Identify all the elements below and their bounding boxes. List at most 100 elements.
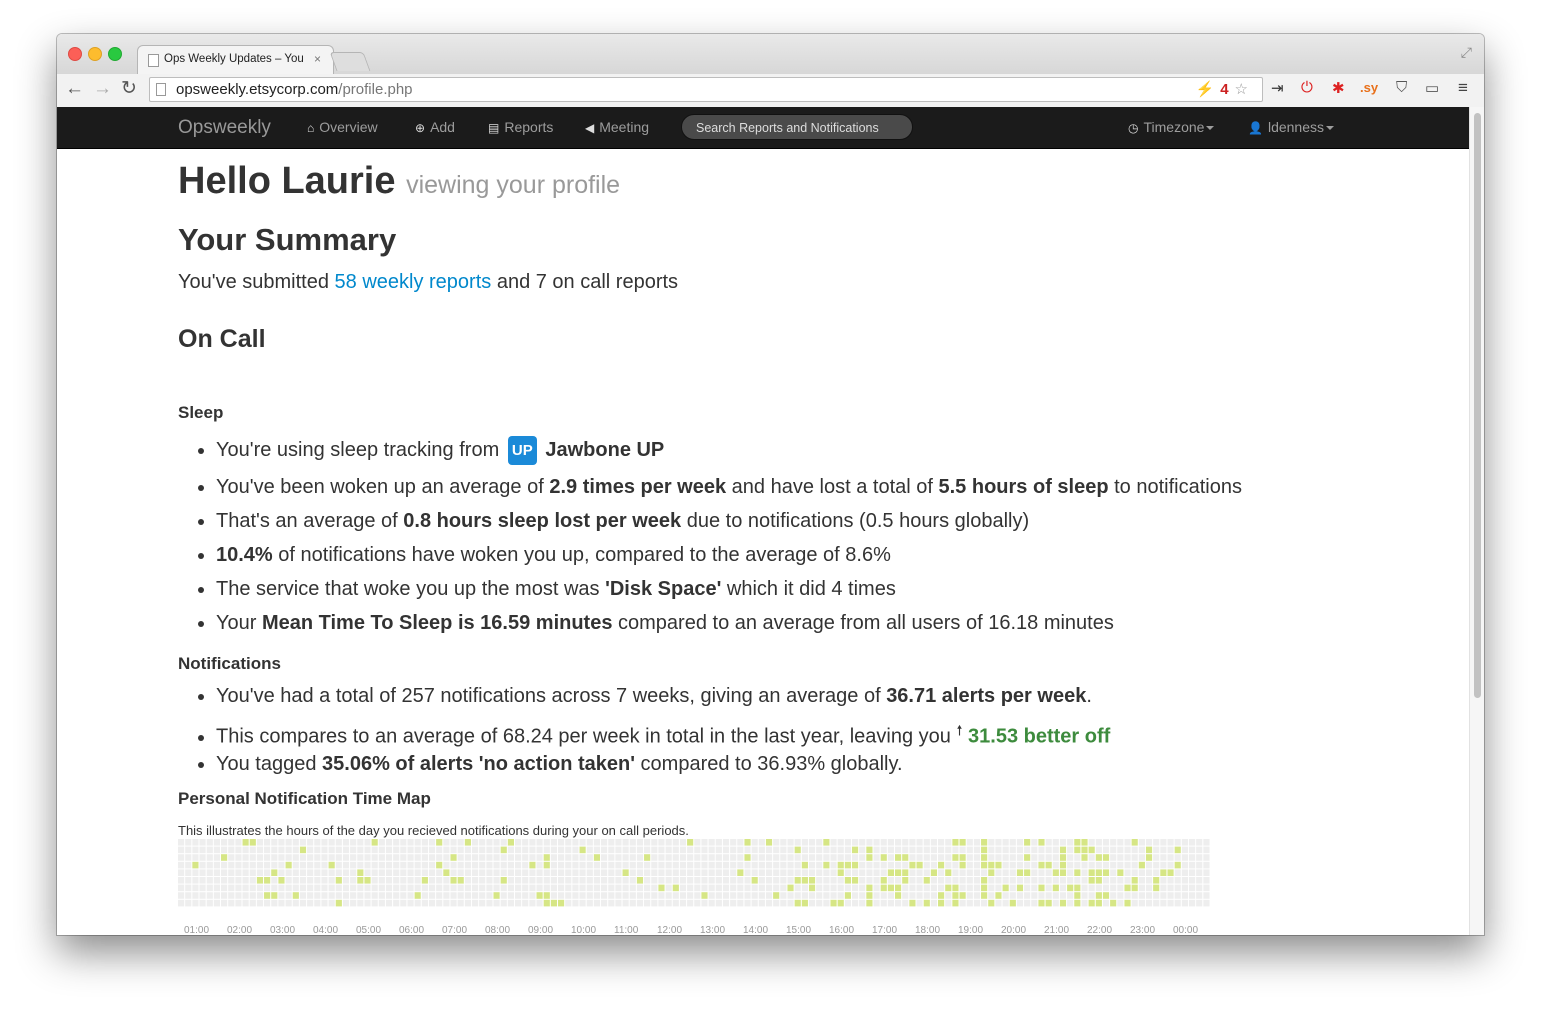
heatmap-cell xyxy=(1095,854,1102,861)
heatmap-cell xyxy=(1067,869,1074,876)
lightning-icon[interactable]: ⚡ xyxy=(1196,81,1221,98)
heatmap-cell xyxy=(966,839,973,846)
heatmap-cell xyxy=(687,869,694,876)
heatmap-cell xyxy=(1160,839,1167,846)
heatmap-cell xyxy=(830,861,837,869)
heatmap-cell xyxy=(278,877,285,884)
menu-icon[interactable]: ≡ xyxy=(1458,78,1468,98)
heatmap-cell xyxy=(794,892,801,899)
nav-reports[interactable]: ▤ Reports xyxy=(488,119,553,135)
heatmap-cell xyxy=(794,846,801,854)
heatmap-cell xyxy=(765,884,773,892)
heatmap-cell xyxy=(823,892,830,899)
heatmap-cell xyxy=(529,839,536,846)
tab-close-icon[interactable]: × xyxy=(314,52,321,66)
fullscreen-icon[interactable]: ⤢ xyxy=(1461,44,1472,61)
heatmap-cell xyxy=(1196,892,1203,899)
cast-icon[interactable]: ▭ xyxy=(1425,79,1439,97)
heatmap-cell xyxy=(221,854,228,861)
heatmap-cell xyxy=(378,877,385,884)
heatmap-cell xyxy=(264,846,271,854)
browser-tab[interactable]: Ops Weekly Updates – You × xyxy=(137,45,334,75)
heatmap-cell xyxy=(644,869,651,876)
heatmap-cell xyxy=(730,899,737,907)
heatmap-cell xyxy=(1153,899,1160,907)
heatmap-cell xyxy=(299,899,307,907)
user-dropdown[interactable]: 👤 ldenness xyxy=(1248,119,1334,135)
heatmap-cell xyxy=(1038,846,1045,854)
heatmap-cell xyxy=(464,839,471,846)
heatmap-cell xyxy=(443,884,450,892)
heatmap-cell xyxy=(622,877,629,884)
extension-red-icon[interactable]: ✱ xyxy=(1332,79,1345,97)
heatmap-cell xyxy=(471,846,479,854)
extension-stop-icon[interactable]: ⏻ xyxy=(1301,79,1313,96)
heatmap-cell xyxy=(708,861,715,869)
address-bar[interactable]: opsweekly.etsycorp.com/profile.php ⚡4☆ xyxy=(149,77,1263,102)
heatmap-cell xyxy=(859,839,866,846)
heatmap-cell xyxy=(249,884,256,892)
scrollbar-thumb[interactable] xyxy=(1474,113,1481,698)
heatmap-cell xyxy=(586,899,593,907)
heatmap-cell xyxy=(443,839,450,846)
heatmap-cell xyxy=(1138,884,1145,892)
brand-logo[interactable]: Opsweekly xyxy=(178,117,271,139)
heatmap-cell xyxy=(687,899,694,907)
clock-icon: ◷ xyxy=(1128,121,1139,135)
weekly-reports-link[interactable]: 58 weekly reports xyxy=(335,271,492,293)
heatmap-cell xyxy=(959,892,966,899)
extension-sy-icon[interactable]: .sy xyxy=(1360,80,1378,95)
heatmap-cell xyxy=(486,892,493,899)
heatmap-cell xyxy=(407,899,414,907)
heatmap-cell xyxy=(292,846,299,854)
heatmap-cell xyxy=(801,884,808,892)
extension-badge[interactable]: 4 xyxy=(1220,81,1234,98)
heatmap-cell xyxy=(213,854,221,861)
heatmap-cell xyxy=(938,869,945,876)
heatmap-cell xyxy=(1009,884,1016,892)
heatmap-cell xyxy=(751,869,758,876)
heatmap-cell xyxy=(758,854,765,861)
close-window-button[interactable] xyxy=(68,47,82,61)
heatmap-cell xyxy=(206,892,213,899)
heatmap-cell xyxy=(558,899,565,907)
new-tab-button[interactable] xyxy=(329,52,371,71)
timezone-dropdown[interactable]: ◷ Timezone xyxy=(1128,119,1215,135)
pocket-icon[interactable]: ⛉ xyxy=(1396,79,1407,96)
extension-login-icon[interactable]: ⇥ xyxy=(1271,79,1284,97)
reload-icon[interactable]: ↻ xyxy=(121,79,137,99)
nav-meeting[interactable]: ◀ Meeting xyxy=(585,119,649,135)
heatmap-cell xyxy=(995,869,1002,876)
nav-overview[interactable]: ⌂ Overview xyxy=(307,119,378,135)
heatmap-cell xyxy=(701,839,708,846)
heatmap-cell xyxy=(773,854,780,861)
scrollbar[interactable] xyxy=(1469,107,1484,935)
heatmap-cell xyxy=(285,839,292,846)
heatmap-cell xyxy=(1145,839,1153,846)
heatmap-cell xyxy=(708,846,715,854)
minimize-window-button[interactable] xyxy=(88,47,102,61)
heatmap-cell xyxy=(808,884,816,892)
heatmap-cell xyxy=(938,846,945,854)
heatmap-cell xyxy=(909,877,916,884)
heatmap-cell xyxy=(902,884,909,892)
heatmap-cell xyxy=(923,899,930,907)
maximize-window-button[interactable] xyxy=(108,47,122,61)
heatmap-cell xyxy=(593,877,601,884)
forward-icon[interactable]: → xyxy=(93,79,112,99)
heatmap-cell xyxy=(780,884,787,892)
search-input[interactable]: Search Reports and Notifications xyxy=(681,114,913,140)
heatmap-cell xyxy=(529,892,536,899)
back-icon[interactable]: ← xyxy=(65,79,84,99)
heatmap-cell xyxy=(608,846,615,854)
heatmap-cell xyxy=(278,854,285,861)
heatmap-cell xyxy=(278,899,285,907)
heatmap-cell xyxy=(271,854,278,861)
bookmark-star-icon[interactable]: ☆ xyxy=(1235,81,1254,98)
heatmap-cell xyxy=(192,899,199,907)
nav-add[interactable]: ⊕ Add xyxy=(415,119,455,135)
heatmap-cell xyxy=(923,869,930,876)
page-subtitle: viewing your profile xyxy=(406,171,621,199)
heatmap-cell xyxy=(529,869,536,876)
heatmap-cell xyxy=(307,892,314,899)
